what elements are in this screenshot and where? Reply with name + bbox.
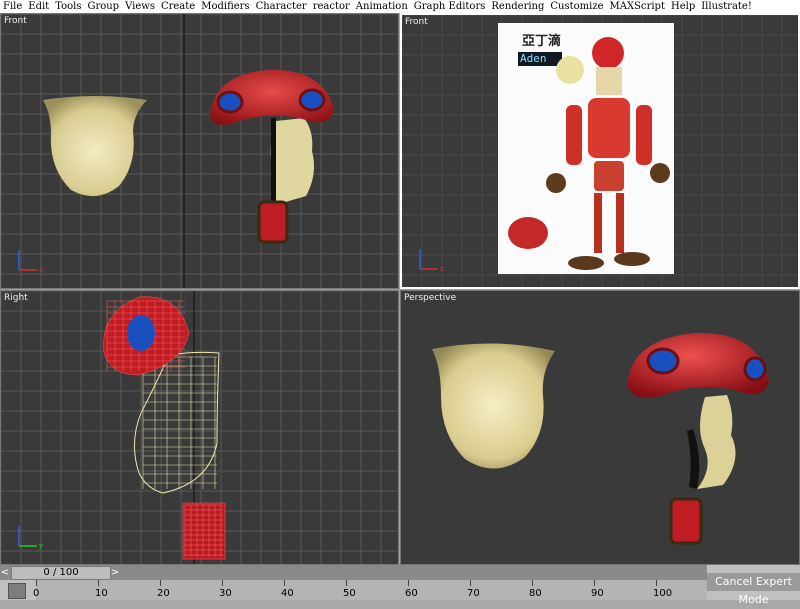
menu-edit[interactable]: Edit <box>25 0 52 13</box>
cancel-expert-mode-button[interactable]: Cancel Expert Mode <box>707 573 800 606</box>
timeline-tick-label: 100 <box>653 588 673 599</box>
menu-modifiers[interactable]: Modifiers <box>198 0 252 13</box>
timeline-tick-mark <box>656 580 657 586</box>
timeline-tick-label: 40 <box>281 588 294 599</box>
timeline-tick-label: 20 <box>157 588 170 599</box>
timeline-tick-mark <box>160 580 161 586</box>
menu-customize[interactable]: Customize <box>547 0 606 13</box>
timeline-tick-label: 60 <box>405 588 418 599</box>
timeline-tick-label: 0 <box>33 588 40 599</box>
track-bar[interactable]: 0 10 20 30 40 50 60 70 80 90 100 <box>33 580 707 600</box>
viewport-label[interactable]: Perspective <box>404 293 456 303</box>
menu-create[interactable]: Create <box>158 0 198 13</box>
timeline-tick-mark <box>98 580 99 586</box>
menu-views[interactable]: Views <box>122 0 158 13</box>
prev-frame-button[interactable]: < <box>0 565 10 580</box>
timeline-tick-mark <box>532 580 533 586</box>
frame-display[interactable]: 0 / 100 <box>11 566 111 580</box>
axis-gizmo: y <box>18 526 43 550</box>
timeline-tick-mark <box>470 580 471 586</box>
axis-gizmo: x <box>18 250 43 274</box>
axis-gizmo: x <box>419 249 444 273</box>
menu-rendering[interactable]: Rendering <box>488 0 547 13</box>
timeline-tick-label: 90 <box>591 588 604 599</box>
menu-graph-editors[interactable]: Graph Editors <box>411 0 489 13</box>
viewport-label[interactable]: Front <box>405 17 428 27</box>
viewport-front-left[interactable]: Front x <box>0 13 399 289</box>
helmet-mesh-perspective[interactable] <box>623 319 773 549</box>
menu-reactor[interactable]: reactor <box>310 0 353 13</box>
menu-tools[interactable]: Tools <box>52 0 84 13</box>
timeline-tick-label: 50 <box>343 588 356 599</box>
key-mode-icon[interactable] <box>8 583 26 599</box>
timeline-tick-label: 10 <box>95 588 108 599</box>
viewport-perspective[interactable]: Perspective <box>400 290 800 565</box>
timeline-tick-mark <box>284 580 285 586</box>
timeline-tick-mark <box>346 580 347 586</box>
viewport-front-right[interactable]: Front 亞丁滴 Aden x <box>400 13 800 289</box>
face-mesh-perspective[interactable] <box>429 341 559 476</box>
timeline-tick-label: 80 <box>529 588 542 599</box>
robot-drawing <box>508 37 670 270</box>
timeline-tick-mark <box>222 580 223 586</box>
timeline-tick-mark <box>594 580 595 586</box>
menu-animation[interactable]: Animation <box>353 0 411 13</box>
timeline-bar: < 0 / 100 > 0 10 20 30 40 50 60 70 80 90 100 Cance… <box>0 565 800 606</box>
menu-bar: File Edit Tools Group Views Create Modifiers Ch… <box>0 0 800 13</box>
viewport-area: Front x Front 亞丁滴 Aden x Right y Perspec… <box>0 13 800 565</box>
menu-help[interactable]: Help <box>668 0 698 13</box>
timeline-tick-label: 70 <box>467 588 480 599</box>
wireframe-mesh[interactable] <box>99 293 239 563</box>
menu-character[interactable]: Character <box>253 0 310 13</box>
menu-file[interactable]: File <box>0 0 25 13</box>
reference-image: 亞丁滴 Aden <box>498 23 674 274</box>
viewport-label[interactable]: Right <box>4 293 28 303</box>
svg-text:x: x <box>39 266 43 274</box>
viewport-label[interactable]: Front <box>4 16 27 26</box>
menu-maxscript[interactable]: MAXScript <box>607 0 668 13</box>
time-slider[interactable]: < 0 / 100 > <box>0 565 707 580</box>
face-mesh[interactable] <box>41 94 151 204</box>
menu-group[interactable]: Group <box>84 0 122 13</box>
svg-text:y: y <box>38 542 43 550</box>
svg-text:x: x <box>440 265 444 273</box>
menu-illustrate[interactable]: Illustrate! <box>698 0 755 13</box>
timeline-tick-mark <box>408 580 409 586</box>
timeline-tick-mark <box>36 580 37 586</box>
next-frame-button[interactable]: > <box>110 565 120 580</box>
helmet-mesh[interactable] <box>206 56 336 261</box>
timeline-tick-label: 30 <box>219 588 232 599</box>
viewport-right[interactable]: Right y <box>0 290 399 565</box>
